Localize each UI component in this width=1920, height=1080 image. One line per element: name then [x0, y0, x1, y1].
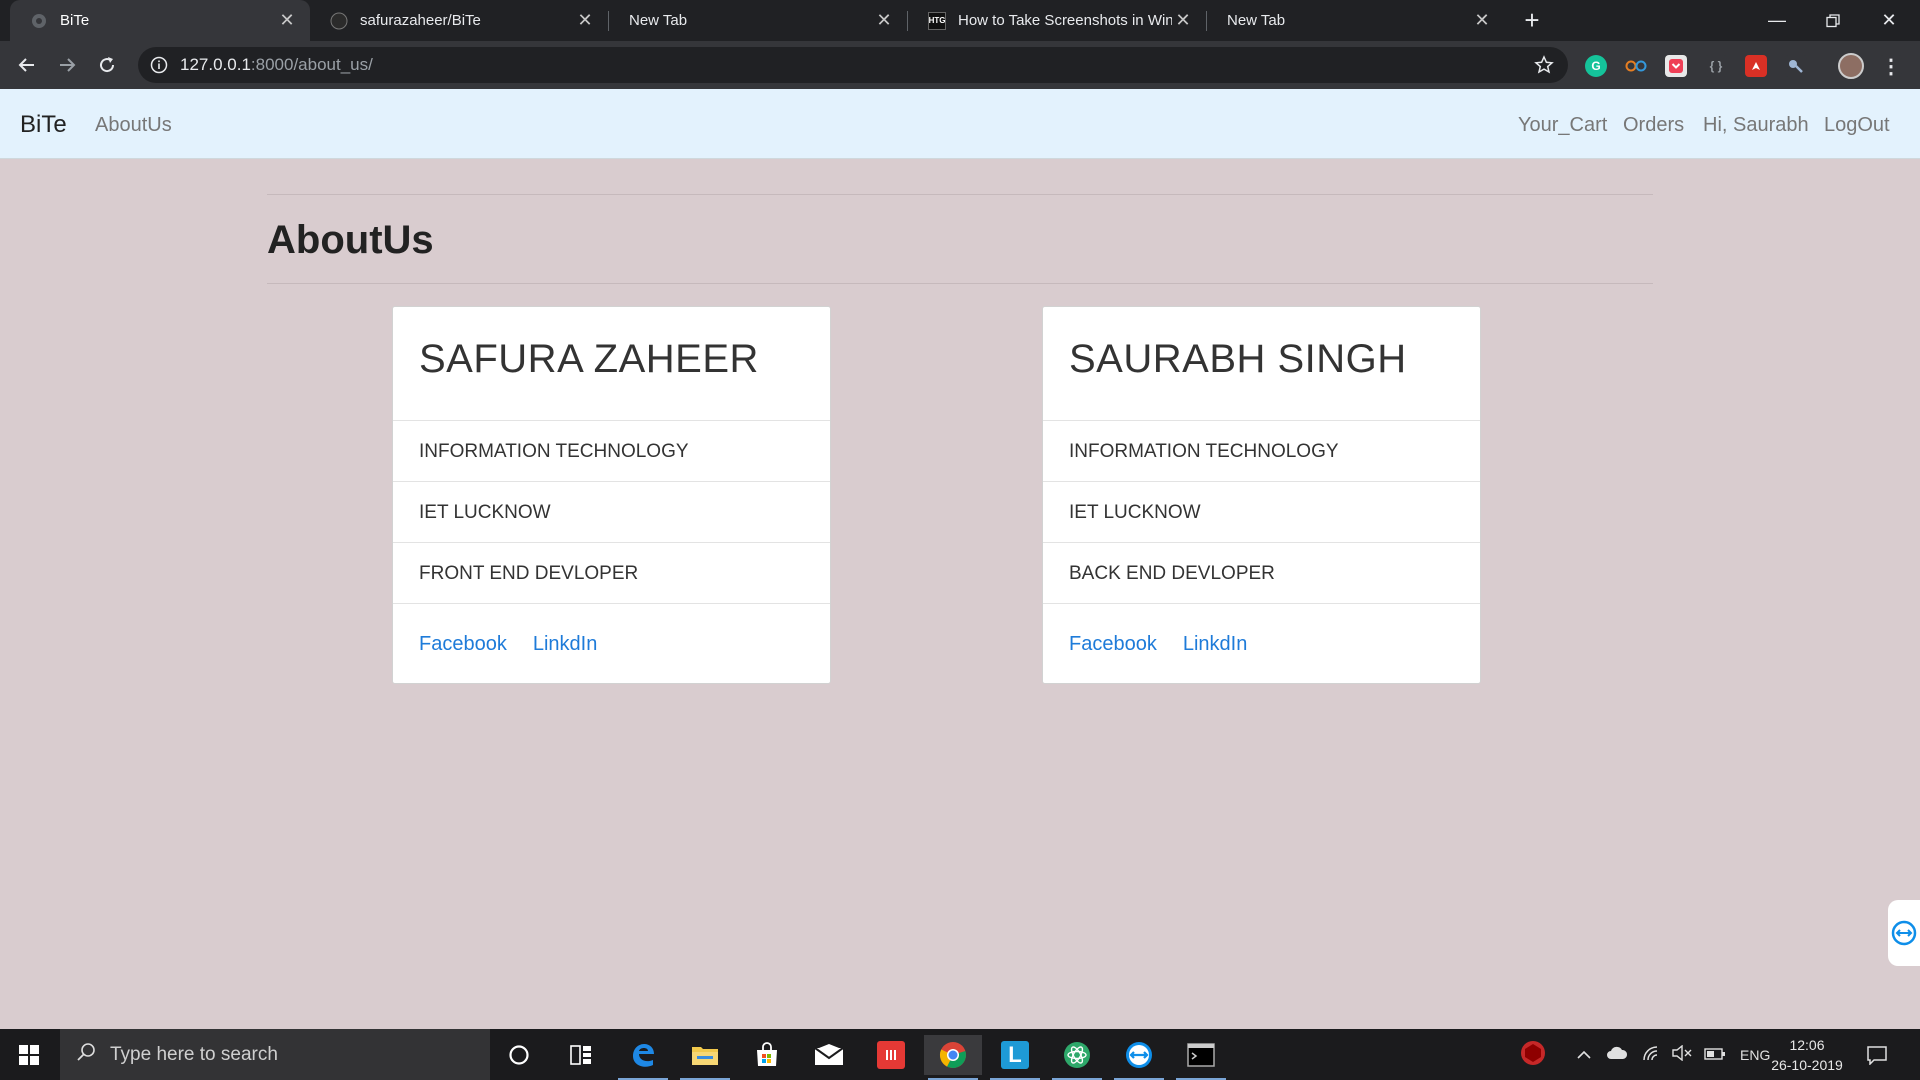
- battery-icon[interactable]: [1704, 1047, 1726, 1063]
- system-tray: ENG: [1520, 1029, 1770, 1080]
- glasses-extension-icon[interactable]: [1625, 55, 1647, 77]
- tab-title: New Tab: [1227, 12, 1286, 29]
- search-icon: [76, 1042, 96, 1068]
- member-name: SAURABH SINGH: [1043, 307, 1480, 421]
- kebab-menu-icon[interactable]: ⋮: [1880, 55, 1902, 78]
- minimize-icon[interactable]: —: [1754, 0, 1800, 41]
- htg-icon: HTG: [928, 11, 946, 30]
- page-title: AboutUs: [267, 218, 434, 262]
- close-icon[interactable]: ✕: [1471, 10, 1493, 32]
- chrome-icon[interactable]: [924, 1035, 982, 1080]
- microsoft-store-icon[interactable]: [738, 1035, 796, 1075]
- teamviewer-side-widget[interactable]: [1888, 900, 1920, 966]
- reload-icon[interactable]: [91, 49, 123, 81]
- facebook-link[interactable]: Facebook: [1069, 633, 1157, 655]
- site-info-icon[interactable]: [150, 56, 168, 74]
- tab-title: New Tab: [629, 12, 688, 29]
- teamviewer-arrows-icon: [1891, 920, 1917, 946]
- red-app-tile: [877, 1041, 905, 1069]
- command-prompt-icon[interactable]: [1172, 1035, 1230, 1080]
- globe-icon: [30, 12, 48, 30]
- member-branch: INFORMATION TECHNOLOGY: [393, 421, 830, 482]
- tab-how-to-screenshots[interactable]: HTG How to Take Screenshots in Wind ✕: [908, 0, 1206, 41]
- teamviewer-taskbar-icon[interactable]: [1110, 1035, 1168, 1080]
- tab-bite[interactable]: BiTe ✕: [10, 0, 310, 41]
- edge-browser-icon[interactable]: [614, 1035, 672, 1080]
- member-branch: INFORMATION TECHNOLOGY: [1043, 421, 1480, 482]
- restore-icon[interactable]: [1810, 0, 1856, 41]
- tab-title: BiTe: [60, 12, 90, 29]
- member-role: BACK END DEVLOPER: [1043, 543, 1480, 604]
- red-app-icon[interactable]: [862, 1035, 920, 1075]
- rocket-extension-icon[interactable]: [1745, 55, 1767, 77]
- back-arrow-icon[interactable]: [11, 49, 43, 81]
- new-tab-plus-icon[interactable]: +: [1518, 5, 1546, 35]
- windows-taskbar: Type here to search L ENG 12:06 26-10-20…: [0, 1029, 1920, 1080]
- task-view-icon[interactable]: [552, 1035, 610, 1075]
- member-college: IET LUCKNOW: [1043, 482, 1480, 543]
- tab-title: safurazaheer/BiTe: [360, 12, 481, 29]
- close-icon[interactable]: ✕: [873, 10, 895, 32]
- windows-start-icon[interactable]: [0, 1029, 58, 1080]
- member-name: SAFURA ZAHEER: [393, 307, 830, 421]
- pocket-extension-icon[interactable]: [1665, 55, 1687, 77]
- title-divider: [267, 283, 1653, 284]
- taskbar-clock[interactable]: 12:06 26-10-2019: [1762, 1035, 1852, 1075]
- mail-icon[interactable]: [800, 1035, 858, 1075]
- l-app-icon[interactable]: L: [986, 1035, 1044, 1080]
- top-divider: [267, 194, 1653, 195]
- tab-new-tab[interactable]: New Tab ✕: [609, 0, 907, 41]
- grammarly-extension-icon[interactable]: G: [1585, 55, 1607, 77]
- cortana-icon[interactable]: [490, 1035, 548, 1075]
- member-role: FRONT END DEVLOPER: [393, 543, 830, 604]
- clock-date: 26-10-2019: [1771, 1057, 1843, 1073]
- window-close-icon[interactable]: ✕: [1866, 0, 1912, 41]
- tab-github[interactable]: safurazaheer/BiTe ✕: [310, 0, 608, 41]
- profile-avatar-icon[interactable]: [1838, 53, 1864, 79]
- url-text: 127.0.0.1:8000/about_us/: [180, 55, 373, 75]
- github-icon: [330, 12, 348, 30]
- facebook-link[interactable]: Facebook: [419, 633, 507, 655]
- file-explorer-icon[interactable]: [676, 1035, 734, 1080]
- member-links: Facebook LinkdIn: [393, 604, 830, 684]
- wifi-icon[interactable]: [1642, 1045, 1660, 1064]
- nav-link-user-greeting[interactable]: Hi, Saurabh: [1703, 114, 1809, 137]
- address-bar[interactable]: 127.0.0.1:8000/about_us/: [138, 47, 1568, 83]
- member-card: SAFURA ZAHEER INFORMATION TECHNOLOGY IET…: [392, 306, 831, 684]
- action-center-icon[interactable]: [1866, 1029, 1888, 1080]
- tab-new-tab-2[interactable]: New Tab ✕: [1207, 0, 1505, 41]
- site-navbar: BiTe AboutUs Your_Cart Orders Hi, Saurab…: [0, 89, 1920, 159]
- bookmark-star-icon[interactable]: [1534, 55, 1554, 75]
- chevron-up-icon[interactable]: [1576, 1047, 1592, 1063]
- linkedin-link[interactable]: LinkdIn: [1183, 633, 1248, 655]
- browser-tab-strip: BiTe ✕ safurazaheer/BiTe ✕ New Tab ✕ HTG…: [0, 0, 1920, 41]
- linkedin-link[interactable]: LinkdIn: [533, 633, 598, 655]
- key-extension-icon[interactable]: [1785, 55, 1807, 77]
- speaker-muted-icon[interactable]: [1672, 1044, 1692, 1064]
- brand-logo[interactable]: BiTe: [20, 111, 67, 139]
- clock-time: 12:06: [1789, 1037, 1825, 1053]
- l-app-tile: L: [1001, 1041, 1029, 1069]
- taskbar-search-box[interactable]: Type here to search: [60, 1029, 490, 1080]
- member-college: IET LUCKNOW: [393, 482, 830, 543]
- code-brackets-extension-icon[interactable]: { }: [1705, 55, 1727, 77]
- close-icon[interactable]: ✕: [1172, 10, 1194, 32]
- url-host: 127.0.0.1: [180, 55, 251, 74]
- close-icon[interactable]: ✕: [276, 10, 298, 32]
- antivirus-tray-icon[interactable]: [1520, 1040, 1546, 1069]
- search-placeholder: Type here to search: [110, 1043, 278, 1065]
- member-links: Facebook LinkdIn: [1043, 604, 1480, 684]
- nav-link-your-cart[interactable]: Your_Cart: [1518, 114, 1607, 137]
- nav-link-logout[interactable]: LogOut: [1824, 114, 1890, 137]
- onedrive-cloud-icon[interactable]: [1606, 1046, 1628, 1063]
- atom-app-icon[interactable]: [1048, 1035, 1106, 1080]
- forward-arrow-icon[interactable]: [51, 49, 83, 81]
- close-icon[interactable]: ✕: [574, 10, 596, 32]
- browser-toolbar: 127.0.0.1:8000/about_us/ G { } ⋮: [0, 41, 1920, 89]
- url-path: :8000/about_us/: [250, 55, 373, 74]
- nav-link-aboutus[interactable]: AboutUs: [95, 114, 172, 137]
- member-card: SAURABH SINGH INFORMATION TECHNOLOGY IET…: [1042, 306, 1481, 684]
- tab-title: How to Take Screenshots in Wind: [958, 12, 1172, 29]
- nav-link-orders[interactable]: Orders: [1623, 114, 1684, 137]
